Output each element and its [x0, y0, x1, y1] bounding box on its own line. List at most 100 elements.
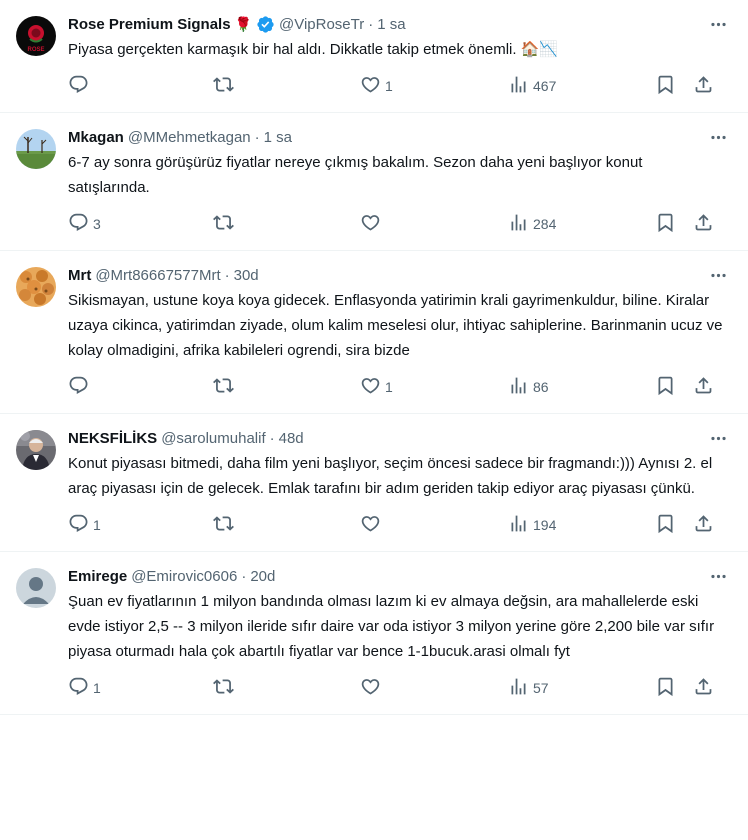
views-button[interactable]: 57 — [508, 676, 549, 700]
share-button[interactable] — [693, 513, 714, 537]
retweet-button[interactable] — [213, 212, 238, 236]
like-button[interactable] — [360, 676, 385, 700]
reply-count: 1 — [93, 680, 101, 696]
bookmark-button[interactable] — [655, 212, 676, 236]
timestamp[interactable]: 1 sa — [377, 16, 405, 33]
more-icon[interactable] — [706, 125, 730, 149]
reply-count: 3 — [93, 216, 101, 232]
view-count: 194 — [533, 517, 557, 533]
avatar[interactable] — [16, 267, 56, 307]
view-count: 284 — [533, 216, 557, 232]
more-icon[interactable] — [706, 263, 730, 287]
avatar[interactable] — [16, 129, 56, 169]
views-button[interactable]: 284 — [508, 212, 556, 236]
bookmark-button[interactable] — [655, 513, 676, 537]
tweet[interactable]: Emirege @Emirovic0606 · 20d Şuan ev fiyatlar… — [0, 552, 748, 715]
tweet-body: Rose Premium Signals 🌹 @VipRoseTr · 1 sa Piya… — [68, 12, 732, 112]
avatar[interactable]: ROSE — [16, 16, 56, 56]
author-name[interactable]: Mkagan — [68, 129, 124, 146]
reply-button[interactable]: 3 — [68, 212, 101, 236]
author-handle[interactable]: @VipRoseTr — [279, 16, 364, 33]
avatar-column — [16, 564, 68, 714]
avatar[interactable] — [16, 568, 56, 608]
tweet-feed: ROSE Rose Premium Signals 🌹 @VipRoseTr · 1 sa… — [0, 0, 748, 715]
share-button[interactable] — [693, 676, 714, 700]
tweet-body: Mkagan @MMehmetkagan · 1 sa 6-7 ay sonra gör… — [68, 125, 732, 250]
views-icon — [508, 676, 529, 700]
share-icon — [693, 513, 714, 537]
reply-button[interactable] — [68, 74, 93, 98]
tweet-text: Piyasa gerçekten karmaşık bir hal aldı. … — [68, 41, 559, 58]
tweet[interactable]: ROSE Rose Premium Signals 🌹 @VipRoseTr · 1 sa… — [0, 0, 748, 113]
like-icon — [360, 676, 381, 700]
views-button[interactable]: 86 — [508, 375, 549, 399]
retweet-button[interactable] — [213, 74, 238, 98]
reply-button[interactable]: 1 — [68, 513, 101, 537]
timestamp[interactable]: 30d — [234, 267, 259, 284]
separator-dot: · — [241, 567, 247, 585]
like-button[interactable] — [360, 212, 385, 236]
timestamp[interactable]: 1 sa — [264, 129, 292, 146]
like-icon — [360, 375, 381, 399]
author-name[interactable]: NEKSFİLİKS — [68, 430, 157, 447]
author-name[interactable]: Rose Premium Signals — [68, 16, 231, 33]
tweet-body: Mrt @Mrt86667577Mrt · 30d Sikismayan, ustune… — [68, 263, 732, 413]
retweet-button[interactable] — [213, 676, 238, 700]
timestamp[interactable]: 48d — [279, 430, 304, 447]
author-name[interactable]: Emirege — [68, 568, 127, 585]
tweet-text: Şuan ev fiyatlarının 1 milyon bandında o… — [68, 593, 715, 660]
tweet-text: Konut piyasası bitmedi, daha film yeni b… — [68, 455, 713, 497]
bookmark-icon — [655, 375, 676, 399]
share-button[interactable] — [693, 74, 714, 98]
author-handle[interactable]: @Emirovic0606 — [131, 568, 237, 585]
tweet-actions: 1 194 — [68, 501, 732, 551]
view-count: 86 — [533, 379, 549, 395]
separator-dot: · — [368, 15, 374, 33]
share-button[interactable] — [693, 212, 714, 236]
tweet[interactable]: NEKSFİLİKS @sarolumuhalif · 48d Konut piyasa… — [0, 414, 748, 552]
tweet[interactable]: Mrt @Mrt86667577Mrt · 30d Sikismayan, ustune… — [0, 251, 748, 414]
reply-button[interactable] — [68, 375, 93, 399]
author-handle[interactable]: @MMehmetkagan — [128, 129, 251, 146]
avatar-column — [16, 426, 68, 551]
avatar[interactable] — [16, 430, 56, 470]
views-button[interactable]: 467 — [508, 74, 556, 98]
like-button[interactable]: 1 — [360, 74, 393, 98]
author-handle[interactable]: @sarolumuhalif — [161, 430, 265, 447]
more-icon[interactable] — [706, 564, 730, 588]
reply-count: 1 — [93, 517, 101, 533]
bookmark-button[interactable] — [655, 74, 676, 98]
share-button[interactable] — [693, 375, 714, 399]
reply-icon — [68, 212, 89, 236]
svg-text:ROSE: ROSE — [27, 47, 44, 53]
like-button[interactable] — [360, 513, 385, 537]
tweet-actions: 3 284 — [68, 200, 732, 250]
views-button[interactable]: 194 — [508, 513, 556, 537]
tweet[interactable]: Mkagan @MMehmetkagan · 1 sa 6-7 ay sonra gör… — [0, 113, 748, 251]
more-icon[interactable] — [706, 426, 730, 450]
reply-icon — [68, 676, 89, 700]
retweet-button[interactable] — [213, 513, 238, 537]
reply-button[interactable]: 1 — [68, 676, 101, 700]
timestamp[interactable]: 20d — [250, 568, 275, 585]
share-icon — [693, 74, 714, 98]
tweet-text: 6-7 ay sonra görüşürüz fiyatlar nereye ç… — [68, 154, 643, 196]
like-button[interactable]: 1 — [360, 375, 393, 399]
like-count: 1 — [385, 78, 393, 94]
like-icon — [360, 74, 381, 98]
avatar-column — [16, 263, 68, 413]
like-count: 1 — [385, 379, 393, 395]
tweet-body: Emirege @Emirovic0606 · 20d Şuan ev fiyatlar… — [68, 564, 732, 714]
bookmark-icon — [655, 676, 676, 700]
bookmark-button[interactable] — [655, 676, 676, 700]
views-icon — [508, 74, 529, 98]
like-icon — [360, 513, 381, 537]
author-name[interactable]: Mrt — [68, 267, 91, 284]
retweet-icon — [213, 212, 234, 236]
author-handle[interactable]: @Mrt86667577Mrt — [95, 267, 220, 284]
share-icon — [693, 676, 714, 700]
retweet-button[interactable] — [213, 375, 238, 399]
bookmark-button[interactable] — [655, 375, 676, 399]
bookmark-icon — [655, 513, 676, 537]
more-icon[interactable] — [706, 12, 730, 36]
